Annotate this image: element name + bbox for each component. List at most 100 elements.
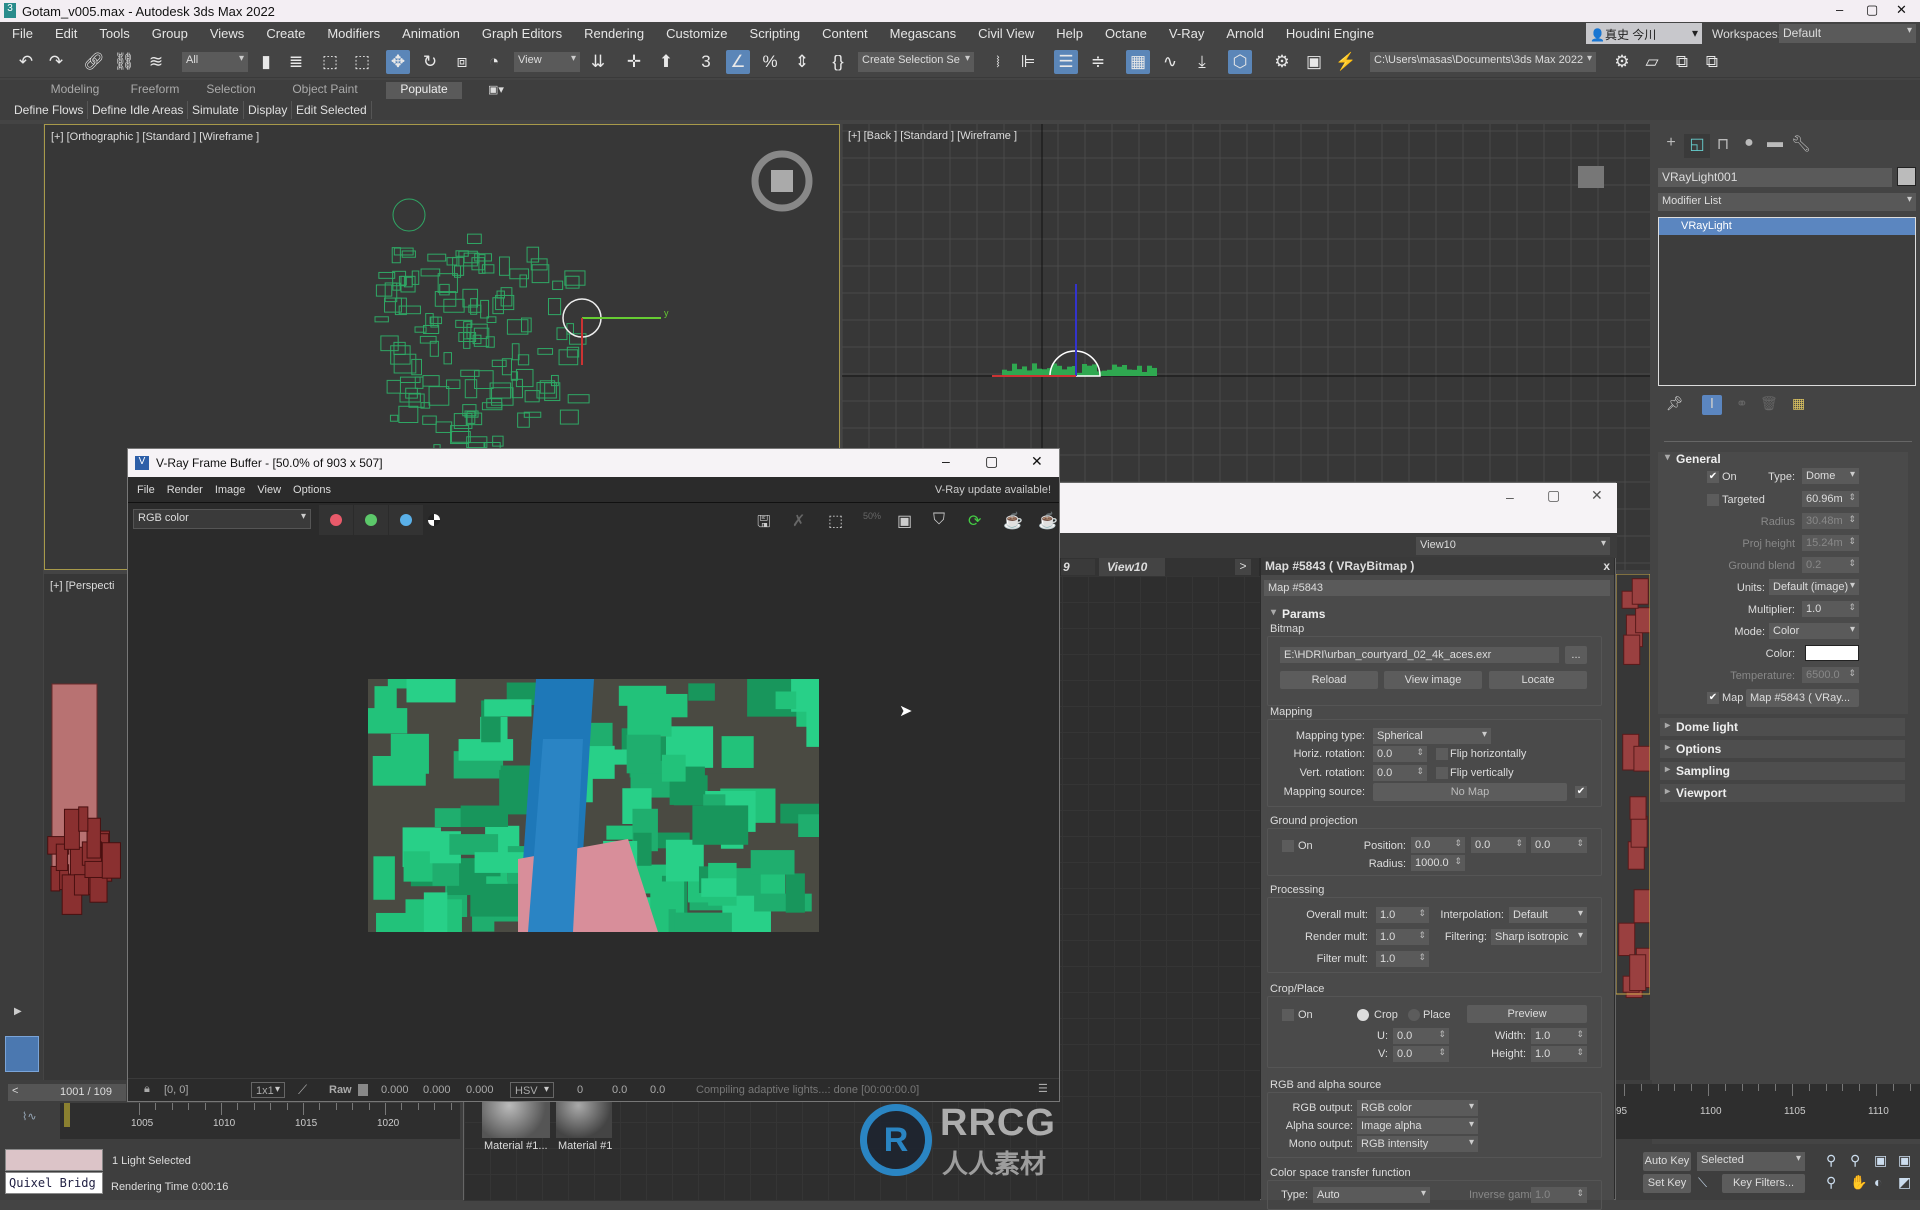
view-dropdown[interactable]: View10 xyxy=(1416,537,1610,555)
menu-civil-view[interactable]: Civil View xyxy=(978,26,1034,41)
menu-tools[interactable]: Tools xyxy=(99,26,129,41)
menu-rendering[interactable]: Rendering xyxy=(584,26,644,41)
menu-group[interactable]: Group xyxy=(152,26,188,41)
mirror-icon[interactable]: ⧘ xyxy=(986,50,1010,74)
monochrome-icon[interactable] xyxy=(428,514,440,526)
mapping-type-dropdown[interactable]: Spherical xyxy=(1373,728,1491,744)
tab-view9[interactable]: 9 xyxy=(1061,559,1095,575)
ribbon-tab-modeling[interactable]: Modeling xyxy=(30,82,120,99)
close-button[interactable]: ✕ xyxy=(1031,453,1043,470)
key-filters-button[interactable]: Key Filters... xyxy=(1722,1174,1805,1193)
rendered-frame-window-icon[interactable]: ▣ xyxy=(1302,50,1326,74)
angle-snap-icon[interactable]: ∠ xyxy=(726,50,750,74)
general-rollout[interactable]: General xyxy=(1660,450,1905,468)
menu-v-ray[interactable]: V-Ray xyxy=(1169,26,1204,41)
render-mult-spinner[interactable]: 1.0 xyxy=(1376,929,1429,945)
layer-explorer-icon[interactable]: ≑ xyxy=(1086,50,1110,74)
track-bar[interactable]: 1005 1010 1015 1020 xyxy=(60,1103,460,1139)
modify-tab-icon[interactable]: ◱ xyxy=(1684,134,1710,158)
radius-spinner[interactable]: 1000.0 xyxy=(1411,855,1465,871)
render-setup-icon[interactable]: ⚙ xyxy=(1270,50,1294,74)
maximize-button[interactable]: ▢ xyxy=(1547,487,1560,504)
refresh-icon[interactable]: ⟳ xyxy=(968,511,981,531)
selection-filter-dropdown[interactable]: All xyxy=(182,52,248,72)
vfb-menu-image[interactable]: Image xyxy=(215,484,246,496)
menu-houdini-engine[interactable]: Houdini Engine xyxy=(1286,26,1374,41)
ribbon-button-simulate[interactable]: Simulate xyxy=(188,101,244,119)
play-icon[interactable]: ▶ xyxy=(14,1006,22,1017)
mode-dropdown[interactable]: Color xyxy=(1769,623,1859,639)
modifier-list-dropdown[interactable]: Modifier List xyxy=(1658,193,1916,211)
vfb-menu-render[interactable]: Render xyxy=(167,484,203,496)
vfb-menu-file[interactable]: File xyxy=(137,484,155,496)
rollout-options[interactable]: Options xyxy=(1660,740,1905,758)
flip-vertically-checkbox[interactable] xyxy=(1436,767,1448,779)
multiplier-spinner[interactable]: 1.0 xyxy=(1802,601,1859,617)
rollout-dome-light[interactable]: Dome light xyxy=(1660,718,1905,736)
project-folder-dropdown[interactable]: C:\Users\masas\Documents\3ds Max 2022 xyxy=(1370,52,1596,72)
ribbon-button-define-flows[interactable]: Define Flows xyxy=(10,101,89,119)
position-x-spinner[interactable]: 0.0 xyxy=(1411,837,1465,853)
channel-dropdown[interactable]: RGB color xyxy=(133,509,311,529)
inverse-gamma-spinner[interactable]: 1.0 xyxy=(1531,1187,1587,1203)
pivot-icon[interactable]: ⇊ xyxy=(586,50,610,74)
interpolation-dropdown[interactable]: Default xyxy=(1509,907,1587,923)
flip-horizontally-checkbox[interactable] xyxy=(1436,748,1448,760)
mono-output-dropdown[interactable]: RGB intensity xyxy=(1357,1136,1478,1152)
percent-snap-icon[interactable]: % xyxy=(758,50,782,74)
select-move-icon[interactable]: ✥ xyxy=(386,50,410,74)
viewport-label[interactable]: [+] [Back ] [Standard ] [Wireframe ] xyxy=(848,130,1017,142)
overall-mult-spinner[interactable]: 1.0 xyxy=(1376,907,1429,923)
map-checkbox[interactable]: ✔ xyxy=(1707,692,1719,704)
project-icon[interactable]: ⧉ xyxy=(1700,50,1724,74)
curve-editor-icon[interactable]: ∿ xyxy=(1158,50,1182,74)
maximize-button[interactable]: ▢ xyxy=(1866,2,1878,18)
link-icon[interactable]: 🔗︎ xyxy=(82,50,106,74)
make-unique-icon[interactable]: ⚭ xyxy=(1736,395,1748,412)
time-slider-handle[interactable] xyxy=(64,1103,70,1127)
schematic-view-icon[interactable]: ⬡ xyxy=(1228,50,1252,74)
track-bar-right[interactable]: 95 1100 1105 1110 xyxy=(1616,1084,1920,1139)
stack-item[interactable]: VRayLight xyxy=(1659,218,1915,235)
ground-on-checkbox[interactable] xyxy=(1282,840,1294,852)
ground-blend-spinner[interactable]: 0.2 xyxy=(1802,557,1859,573)
save-image-icon[interactable]: 🖫 xyxy=(757,511,771,538)
color-mode-dropdown[interactable]: HSV xyxy=(510,1082,554,1098)
locate-button[interactable]: Locate xyxy=(1489,671,1587,689)
close-button[interactable]: ✕ xyxy=(1896,2,1907,18)
named-selection-dropdown[interactable]: Create Selection Se xyxy=(858,52,974,72)
preview-button[interactable]: Preview xyxy=(1467,1005,1587,1023)
maxscript-listener-mini[interactable] xyxy=(5,1149,103,1171)
menu-animation[interactable]: Animation xyxy=(402,26,460,41)
maximize-button[interactable]: ▢ xyxy=(985,453,998,470)
dope-sheet-icon[interactable]: ⤓ xyxy=(1190,50,1214,74)
toggle-ui-icon[interactable]: ▣ xyxy=(897,511,912,531)
user-account-dropdown[interactable]: 👤真史 今川 ▾ xyxy=(1586,23,1702,44)
menu-customize[interactable]: Customize xyxy=(666,26,727,41)
unlink-icon[interactable]: ⛓ xyxy=(112,50,136,74)
radius-spinner[interactable]: 30.48m xyxy=(1802,513,1859,529)
stop-render-icon[interactable]: ☕ xyxy=(1038,511,1058,531)
menu-graph-editors[interactable]: Graph Editors xyxy=(482,26,562,41)
vert-rotation-spinner[interactable]: 0.0 xyxy=(1373,765,1427,781)
light-color-swatch[interactable] xyxy=(1805,645,1859,661)
red-channel-button[interactable] xyxy=(319,505,353,535)
crop-u-spinner[interactable]: 0.0 xyxy=(1393,1028,1449,1044)
configure-modifier-sets-icon[interactable]: ▦ xyxy=(1792,395,1805,412)
mapping-source-button[interactable]: No Map xyxy=(1373,783,1567,801)
position-z-spinner[interactable]: 0.0 xyxy=(1531,837,1587,853)
ribbon-tab-object-paint[interactable]: Object Paint xyxy=(280,82,370,99)
menu-create[interactable]: Create xyxy=(266,26,305,41)
crop-radio[interactable] xyxy=(1357,1009,1369,1021)
crop-width-spinner[interactable]: 1.0 xyxy=(1531,1028,1587,1044)
filter-mult-spinner[interactable]: 1.0 xyxy=(1376,951,1429,967)
browse-button[interactable]: ... xyxy=(1565,646,1587,664)
green-channel-button[interactable] xyxy=(354,505,388,535)
proj-height-spinner[interactable]: 15.24m xyxy=(1802,535,1859,551)
color-picker-icon[interactable]: ⟋ xyxy=(298,1082,307,1098)
scene-explorer-icon[interactable]: ☰ xyxy=(1054,50,1078,74)
crop-on-checkbox[interactable] xyxy=(1282,1009,1294,1021)
object-color-swatch[interactable] xyxy=(1897,167,1916,186)
align-icon[interactable]: ⊫ xyxy=(1016,50,1040,74)
light-type-dropdown[interactable]: Dome xyxy=(1802,468,1859,484)
